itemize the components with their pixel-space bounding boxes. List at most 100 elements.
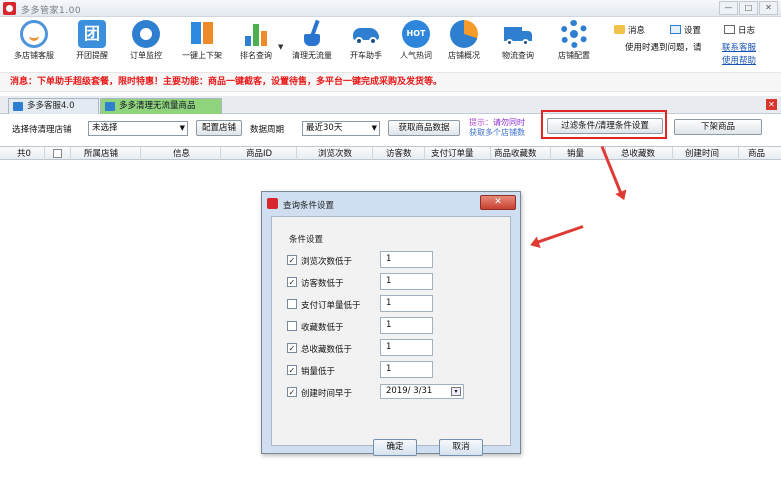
title-bar: 多多管家1.00 — □ ✕	[0, 0, 781, 17]
tab-clean-no-traffic-goods[interactable]: 多多清理无流量商品	[100, 98, 222, 114]
dialog-close-button[interactable]: ✕	[480, 195, 516, 210]
tool-label: 店铺概况	[448, 51, 480, 60]
message-label: 消息	[628, 26, 646, 36]
condition-row-sales: ✓ 销量低于 1	[287, 361, 492, 378]
remove-goods-button[interactable]: 下架商品	[674, 119, 762, 135]
condition-row-favorites: 收藏数低于 1	[287, 317, 492, 334]
dialog-title-bar: 查询条件设置 ✕	[262, 192, 520, 215]
condition-input[interactable]: 1	[380, 251, 433, 268]
condition-checkbox[interactable]	[287, 321, 297, 331]
usage-help-link[interactable]: 使用帮助	[722, 54, 756, 66]
contact-service-label[interactable]: 联系客服	[722, 43, 756, 53]
ok-button[interactable]: 确定	[373, 439, 417, 456]
tool-rank-query[interactable]: 排名查询	[228, 20, 284, 61]
conditions-group-label: 条件设置	[289, 235, 324, 245]
car-icon	[352, 20, 380, 48]
app-logo-icon	[3, 2, 16, 15]
group-buy-icon: 团	[78, 20, 106, 48]
main-toolbar: 多店铺客服 团 开团提醒 订单监控 一键上下架 排名查询 ▼ 清理无流量 开车助…	[0, 17, 781, 69]
tool-one-click-shelf[interactable]: 一键上下架	[174, 20, 230, 61]
window-title: 多多管家1.00	[21, 6, 82, 16]
period-select-value: 最近30天	[306, 123, 343, 133]
app-logo-icon	[267, 198, 278, 209]
chevron-down-icon: ▼	[179, 124, 185, 132]
condition-input[interactable]: 1	[380, 339, 433, 356]
bar-chart-icon	[242, 20, 270, 48]
tool-label: 店铺配置	[558, 51, 590, 60]
maximize-button[interactable]: □	[739, 1, 758, 15]
condition-checkbox[interactable]: ✓	[287, 277, 297, 287]
message-link[interactable]: 消息	[614, 24, 645, 36]
config-store-button[interactable]: 配置店铺	[196, 120, 242, 136]
column-divider	[672, 147, 673, 160]
gear-icon	[560, 20, 588, 48]
tool-store-config[interactable]: 店铺配置	[546, 20, 602, 61]
window-controls: — □ ✕	[719, 1, 778, 15]
store-select[interactable]: 未选择 ▼	[88, 121, 188, 136]
column-divider	[424, 147, 425, 160]
condition-label: 浏览次数低于	[301, 257, 353, 267]
settings-link[interactable]: 设置	[670, 24, 701, 36]
condition-row-total-favorites: ✓ 总收藏数低于 1	[287, 339, 492, 356]
tool-multi-store-service[interactable]: 多店铺客服	[6, 20, 62, 61]
condition-input[interactable]: 1	[380, 295, 433, 312]
log-link[interactable]: 日志	[724, 24, 755, 36]
column-divider	[220, 147, 221, 160]
calendar-icon[interactable]: ▾	[451, 387, 461, 396]
dialog-title: 查询条件设置	[283, 201, 335, 211]
condition-label: 访客数低于	[301, 279, 344, 289]
usage-help-label[interactable]: 使用帮助	[722, 56, 756, 66]
tab-label: 多多清理无流量商品	[119, 101, 196, 111]
condition-row-visitors: ✓ 访客数低于 1	[287, 273, 492, 290]
select-all-checkbox[interactable]	[53, 149, 62, 162]
tool-drive-assistant[interactable]: 开车助手	[338, 20, 394, 61]
fetch-goods-button[interactable]: 获取商品数据	[388, 120, 460, 136]
tool-clean-no-traffic[interactable]: 清理无流量	[284, 19, 340, 61]
condition-checkbox[interactable]: ✓	[287, 387, 297, 397]
tool-logistics-query[interactable]: 物流查询	[490, 20, 546, 61]
minimize-button[interactable]: —	[719, 1, 738, 15]
log-label: 日志	[738, 26, 756, 36]
col-total-favorites: 总收藏数	[621, 149, 656, 159]
tool-group-reminder[interactable]: 团 开团提醒	[64, 20, 120, 61]
condition-input[interactable]: 1	[380, 317, 433, 334]
contact-service-link[interactable]: 联系客服	[722, 41, 756, 53]
tool-label: 排名查询	[240, 51, 272, 60]
chevron-down-icon: ▼	[371, 124, 377, 132]
tab-duoduo-service[interactable]: 多多客服4.0	[8, 98, 99, 114]
column-divider	[140, 147, 141, 160]
hint-line-2: 获取多个店铺数	[469, 128, 525, 137]
condition-checkbox[interactable]: ✓	[287, 343, 297, 353]
period-select[interactable]: 最近30天 ▼	[302, 121, 380, 136]
condition-input[interactable]: 1	[380, 273, 433, 290]
tool-label: 订单监控	[130, 51, 162, 60]
condition-label: 收藏数低于	[301, 323, 344, 333]
condition-checkbox[interactable]: ✓	[287, 365, 297, 375]
tool-label: 开团提醒	[76, 51, 108, 60]
cancel-button[interactable]: 取消	[439, 439, 483, 456]
updown-icon	[188, 20, 216, 48]
condition-checkbox[interactable]	[287, 299, 297, 309]
close-tab-icon[interactable]: ✕	[766, 99, 777, 110]
hot-icon: HOT	[402, 20, 430, 48]
message-icon	[614, 25, 625, 34]
condition-label: 销量低于	[301, 367, 336, 377]
column-divider	[738, 147, 739, 160]
tool-store-overview[interactable]: 店铺概况	[436, 20, 492, 61]
condition-label: 支付订单量低于	[301, 301, 361, 311]
tool-order-monitor[interactable]: 订单监控	[118, 20, 174, 61]
tool-label: 清理无流量	[292, 51, 332, 60]
fetch-hint: 提示：请勿同时 获取多个店铺数	[469, 118, 525, 138]
settings-label: 设置	[684, 26, 702, 36]
store-label: 选择待清理店铺	[12, 125, 72, 135]
condition-checkbox[interactable]: ✓	[287, 255, 297, 265]
chevron-down-icon[interactable]: ▼	[278, 43, 283, 51]
pie-chart-icon	[450, 20, 478, 48]
close-window-button[interactable]: ✕	[759, 1, 778, 15]
condition-input[interactable]: 1	[380, 361, 433, 378]
announcement-bar: 消息：下单助手超级套餐，限时特惠！主要功能：商品一键截客，设置待售，多平台一键完…	[0, 72, 781, 92]
date-picker[interactable]: 2019/ 3/31 ▾	[380, 384, 464, 399]
settings-icon	[670, 25, 681, 34]
col-store: 所属店铺	[84, 149, 119, 159]
hint-prefix: 提示：	[469, 118, 493, 127]
